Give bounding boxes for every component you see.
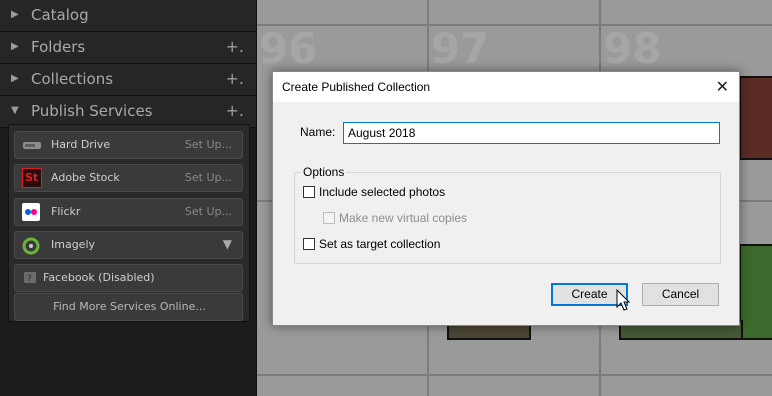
service-name: Hard Drive — [51, 138, 111, 151]
grid-divider — [257, 24, 772, 26]
photo-thumbnail[interactable] — [739, 244, 772, 340]
section-label: Collections — [31, 70, 114, 88]
cell-number: 98 — [603, 24, 662, 73]
collapsed-triangle-icon: ▶ — [11, 73, 19, 84]
svg-text:?: ? — [27, 274, 32, 284]
service-hard-drive[interactable]: Hard Drive Set Up... — [14, 131, 243, 159]
publish-services-list: Hard Drive Set Up... St Adobe Stock Set … — [8, 124, 250, 322]
collections-section-header[interactable]: ▶ Collections +. — [0, 64, 256, 96]
left-panel: ▶ Catalog ▶ Folders +. ▶ Collections +. … — [0, 0, 257, 396]
adobe-stock-icon: St — [22, 168, 42, 188]
add-collection-plus-icon[interactable]: +. — [226, 69, 245, 88]
add-folder-plus-icon[interactable]: +. — [226, 37, 245, 56]
expanded-triangle-icon: ▼ — [11, 105, 19, 116]
make-virtual-copies-label[interactable]: Make new virtual copies — [339, 211, 467, 225]
name-input[interactable] — [343, 122, 720, 144]
create-published-collection-dialog: Create Published Collection ✕ Name: Opti… — [272, 71, 740, 326]
dropdown-triangle-icon[interactable]: ▼ — [223, 237, 232, 251]
mouse-cursor-icon — [616, 289, 631, 311]
service-name: Facebook (Disabled) — [43, 271, 155, 284]
include-selected-photos-label[interactable]: Include selected photos — [319, 185, 445, 199]
service-name: Flickr — [51, 205, 81, 218]
find-more-services-button[interactable]: Find More Services Online... — [14, 293, 243, 321]
service-flickr[interactable]: Flickr Set Up... — [14, 198, 243, 226]
service-imagely[interactable]: Imagely ▼ — [14, 231, 243, 259]
dialog-title: Create Published Collection — [282, 80, 431, 94]
photo-thumbnail[interactable] — [739, 76, 772, 160]
hard-drive-icon — [22, 137, 42, 153]
collapsed-triangle-icon: ▶ — [11, 9, 19, 20]
cell-number: 96 — [259, 24, 318, 73]
make-virtual-copies-checkbox[interactable] — [323, 212, 335, 224]
service-facebook-disabled[interactable]: ? Facebook (Disabled) — [14, 264, 243, 292]
grid-divider — [257, 374, 772, 376]
setup-link[interactable]: Set Up... — [185, 138, 232, 151]
catalog-section-header[interactable]: ▶ Catalog — [0, 0, 256, 32]
set-target-collection-label[interactable]: Set as target collection — [319, 237, 440, 251]
collapsed-triangle-icon: ▶ — [11, 41, 19, 52]
dialog-titlebar[interactable]: Create Published Collection ✕ — [273, 72, 739, 102]
section-label: Folders — [31, 38, 86, 56]
section-label: Catalog — [31, 6, 89, 24]
service-name: Imagely — [51, 238, 96, 251]
cancel-button[interactable]: Cancel — [642, 283, 719, 306]
service-adobe-stock[interactable]: St Adobe Stock Set Up... — [14, 164, 243, 192]
add-publish-service-plus-icon[interactable]: +. — [226, 101, 245, 120]
facebook-disabled-icon: ? — [22, 270, 42, 286]
name-label: Name: — [300, 125, 336, 139]
find-more-label: Find More Services Online... — [53, 300, 206, 313]
set-target-collection-checkbox[interactable] — [303, 238, 315, 250]
imagely-icon — [22, 237, 42, 255]
section-label: Publish Services — [31, 102, 153, 120]
service-name: Adobe Stock — [51, 171, 120, 184]
options-label: Options — [301, 165, 347, 179]
close-icon[interactable]: ✕ — [716, 77, 729, 97]
setup-link[interactable]: Set Up... — [185, 205, 232, 218]
cell-number: 97 — [431, 24, 490, 73]
flickr-icon — [22, 203, 40, 221]
folders-section-header[interactable]: ▶ Folders +. — [0, 32, 256, 64]
include-selected-photos-checkbox[interactable] — [303, 186, 315, 198]
setup-link[interactable]: Set Up... — [185, 171, 232, 184]
